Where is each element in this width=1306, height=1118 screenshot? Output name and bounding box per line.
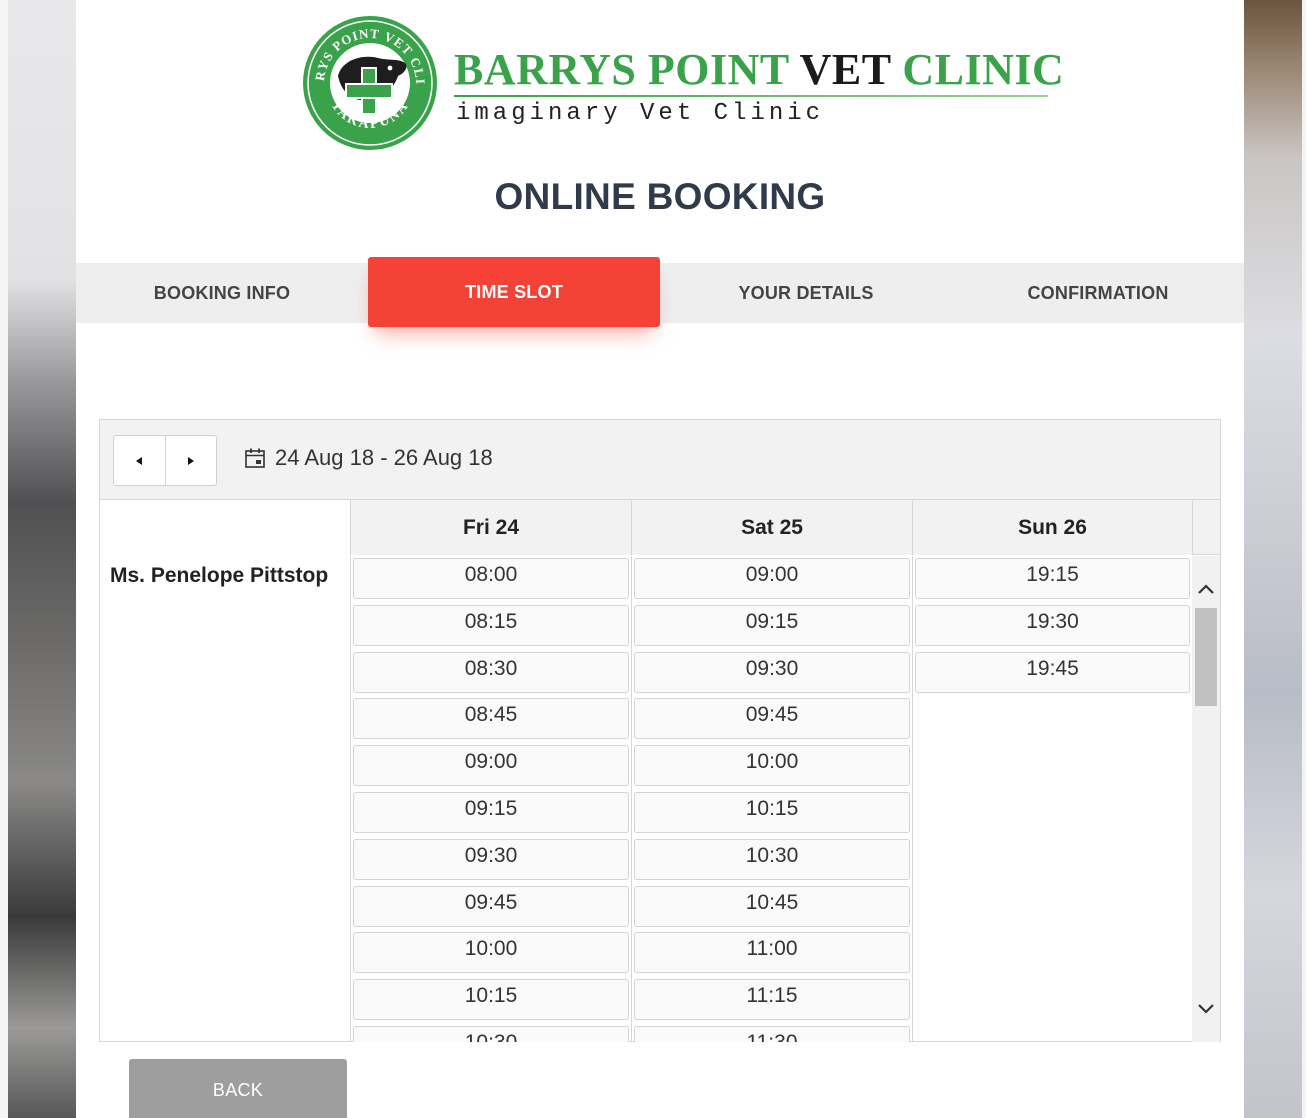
booking-panel: BARRYS POINT VET CLINIC TAKAPUNA BARRYS …	[76, 0, 1244, 1118]
prev-week-button[interactable]	[114, 436, 165, 485]
scheduler: 24 Aug 18 - 26 Aug 18 Fri 24 Sat 25 Sun …	[99, 419, 1221, 1042]
date-range[interactable]: 24 Aug 18 - 26 Aug 18	[244, 443, 493, 473]
time-slot-button[interactable]: 08:00	[353, 558, 629, 599]
time-slot-button[interactable]: 10:45	[634, 885, 910, 927]
scroll-thumb[interactable]	[1195, 608, 1217, 706]
background-photo-right	[1244, 0, 1306, 1118]
scheduler-toolbar: 24 Aug 18 - 26 Aug 18	[100, 420, 1220, 500]
date-nav-group	[113, 435, 217, 486]
time-slot-button[interactable]: 09:30	[634, 651, 910, 693]
calendar-icon	[245, 448, 265, 468]
background-photo-left	[0, 0, 76, 1118]
time-slot-button[interactable]: 10:15	[353, 979, 629, 1021]
header-corner	[100, 500, 350, 555]
chevron-down-icon	[1198, 1004, 1214, 1014]
day-header-fri: Fri 24	[350, 500, 631, 555]
day-column-sun: 19:15 19:30 19:45	[912, 556, 1192, 1042]
time-slot-button[interactable]: 09:30	[353, 838, 629, 880]
booking-steps: BOOKING INFO YOUR DETAILS CONFIRMATION T…	[76, 257, 1244, 327]
step-booking-info[interactable]: BOOKING INFO	[76, 263, 368, 323]
day-header-row: Fri 24 Sat 25 Sun 26	[100, 500, 1192, 555]
header-gutter	[1192, 500, 1220, 555]
time-slot-button[interactable]: 09:15	[353, 792, 629, 833]
step-confirmation[interactable]: CONFIRMATION	[952, 263, 1244, 323]
time-slot-button[interactable]: 11:00	[634, 932, 910, 974]
scroll-up-button[interactable]	[1192, 574, 1220, 604]
triangle-right-icon	[187, 456, 194, 465]
time-slot-button[interactable]: 10:30	[353, 1026, 629, 1042]
time-slot-button[interactable]: 09:45	[353, 885, 629, 927]
next-week-button[interactable]	[164, 436, 216, 485]
time-slot-button[interactable]: 08:30	[353, 651, 629, 693]
clinic-brand-name: BARRYS POINT VET CLINIC	[454, 44, 1064, 95]
brand-part-3: CLINIC	[902, 45, 1065, 94]
back-button[interactable]: BACK	[129, 1059, 347, 1118]
time-slot-button[interactable]: 08:15	[353, 604, 629, 646]
date-range-text: 24 Aug 18 - 26 Aug 18	[275, 445, 493, 470]
time-slot-button[interactable]: 19:30	[915, 604, 1190, 646]
step-your-details[interactable]: YOUR DETAILS	[660, 263, 952, 323]
time-slot-button[interactable]: 08:45	[353, 698, 629, 740]
clinic-seal-icon: BARRYS POINT VET CLINIC TAKAPUNA	[302, 14, 437, 150]
time-slot-button[interactable]: 10:15	[634, 792, 910, 833]
day-column-fri: 08:00 08:15 08:30 08:45 09:00 09:15 09:30 09:45…	[350, 556, 631, 1042]
slots-area: Ms. Penelope Pittstop 08:00 08:15 08:30 08:…	[100, 556, 1192, 1042]
clinic-logo: BARRYS POINT VET CLINIC TAKAPUNA BARRYS …	[300, 14, 1064, 156]
page-title: ONLINE BOOKING	[494, 176, 826, 217]
vet-name: Ms. Penelope Pittstop	[110, 564, 329, 587]
time-slot-button[interactable]: 19:15	[915, 558, 1190, 599]
time-slot-button[interactable]: 11:15	[634, 979, 910, 1021]
time-slot-button[interactable]: 09:00	[634, 558, 910, 599]
time-slot-button[interactable]: 10:00	[353, 932, 629, 974]
triangle-left-icon	[136, 456, 143, 465]
time-slot-button[interactable]: 10:30	[634, 838, 910, 880]
time-slot-button[interactable]: 10:00	[634, 745, 910, 787]
brand-underline	[454, 95, 1048, 97]
step-time-slot[interactable]: TIME SLOT	[368, 257, 660, 327]
time-slot-button[interactable]: 19:45	[915, 651, 1190, 693]
brand-part-1: BARRYS POINT	[454, 45, 789, 94]
day-column-sat: 09:00 09:15 09:30 09:45 10:00 10:15 10:30 10:45…	[631, 556, 912, 1042]
day-header-sat: Sat 25	[631, 500, 912, 555]
time-slot-button[interactable]: 09:15	[634, 604, 910, 646]
scroll-down-button[interactable]	[1192, 994, 1220, 1024]
time-slot-button[interactable]: 09:45	[634, 698, 910, 740]
clinic-tagline: imaginary Vet Clinic	[456, 100, 825, 127]
chevron-up-icon	[1198, 584, 1214, 594]
slots-scrollbar[interactable]	[1192, 556, 1220, 1042]
brand-part-2: VET	[799, 45, 891, 94]
time-slot-button[interactable]: 11:30	[634, 1026, 910, 1042]
time-slot-button[interactable]: 09:00	[353, 745, 629, 787]
day-header-sun: Sun 26	[912, 500, 1192, 555]
